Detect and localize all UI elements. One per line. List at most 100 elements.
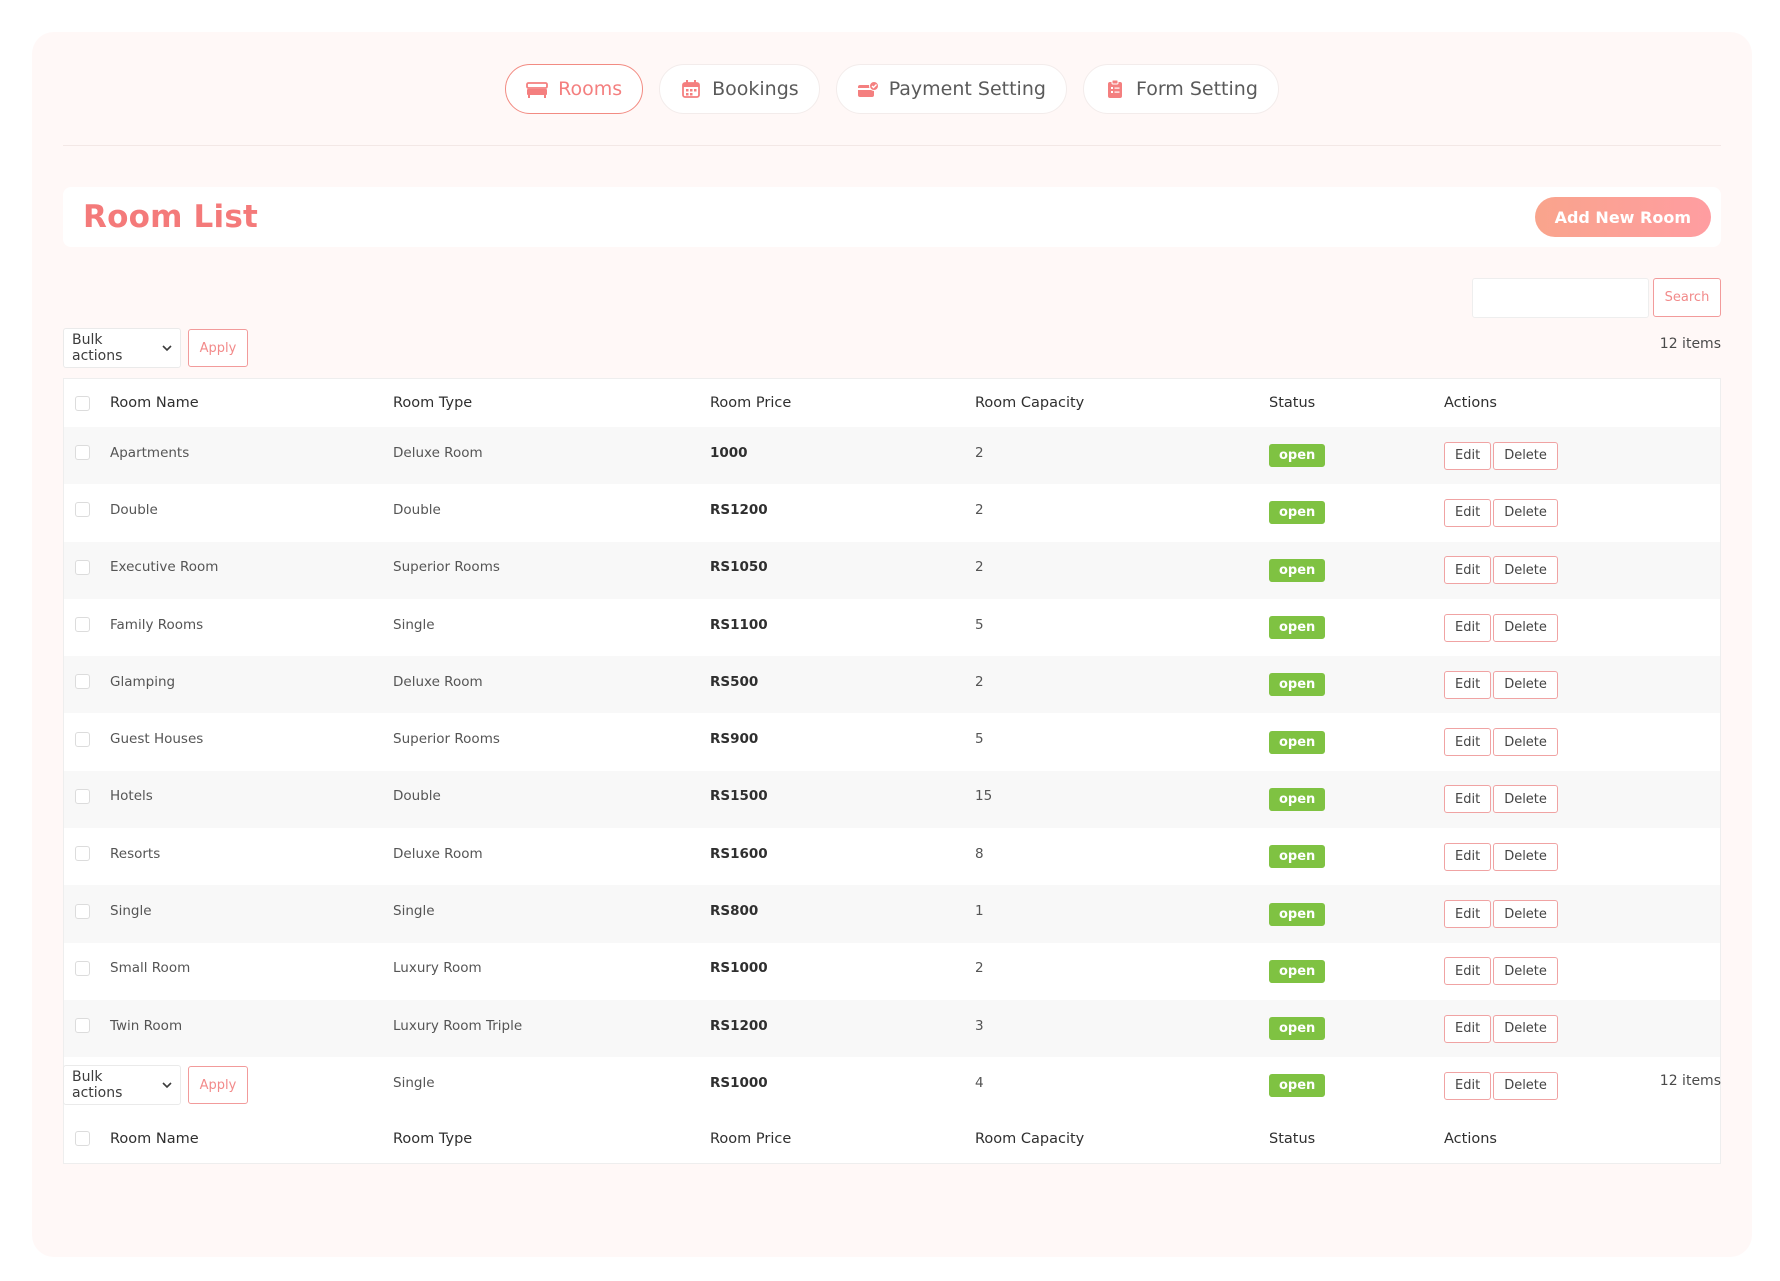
tab-label: Bookings: [712, 78, 799, 100]
row-checkbox[interactable]: [75, 1018, 90, 1034]
edit-button[interactable]: Edit: [1444, 441, 1492, 470]
edit-button[interactable]: Edit: [1444, 842, 1492, 871]
room-type: Single: [393, 903, 435, 920]
room-capacity: 2: [975, 501, 984, 518]
search-input[interactable]: [1472, 278, 1649, 318]
room-price: RS800: [710, 903, 759, 920]
edit-button[interactable]: Edit: [1444, 728, 1492, 757]
column-header-status: Status: [1269, 395, 1316, 411]
column-header-room-type: Room Type: [393, 395, 473, 411]
status-badge: open: [1269, 845, 1326, 869]
room-capacity: 15: [975, 788, 993, 805]
row-checkbox[interactable]: [75, 617, 90, 633]
room-type: Double: [393, 501, 441, 518]
select-all-checkbox[interactable]: [75, 395, 90, 411]
tab-rooms[interactable]: Rooms: [505, 64, 644, 114]
chevron-down-icon: [162, 340, 172, 356]
status-badge: open: [1269, 959, 1326, 983]
row-checkbox[interactable]: [75, 903, 90, 919]
bulk-actions-label: Bulk actions: [72, 332, 123, 364]
table-row: Single Single RS800 1 open Edit Delete: [64, 885, 1720, 943]
table-row: Double Double RS1200 2 open Edit Delete: [64, 484, 1720, 542]
tab-label: Form Setting: [1135, 78, 1258, 100]
search-button[interactable]: Search: [1653, 278, 1721, 317]
room-capacity: 5: [975, 616, 984, 633]
room-capacity: 2: [975, 559, 984, 576]
delete-button[interactable]: Delete: [1493, 670, 1558, 699]
edit-button[interactable]: Edit: [1444, 670, 1492, 699]
tab-bar: Rooms Bookings Payment Setting Form Sett…: [32, 64, 1752, 114]
row-checkbox[interactable]: [75, 674, 90, 690]
tab-label: Payment Setting: [888, 78, 1046, 100]
row-checkbox[interactable]: [75, 502, 90, 518]
room-capacity: 8: [975, 845, 984, 862]
row-checkbox[interactable]: [75, 846, 90, 862]
column-header-room-capacity: Room Capacity: [975, 395, 1085, 411]
column-footer-actions: Actions: [1444, 1130, 1497, 1147]
room-name: Glamping: [110, 673, 176, 690]
tab-bookings[interactable]: Bookings: [659, 64, 820, 114]
room-capacity: 2: [975, 673, 984, 690]
delete-button[interactable]: Delete: [1493, 1014, 1558, 1043]
room-capacity: 3: [975, 1017, 984, 1034]
delete-button[interactable]: Delete: [1493, 900, 1558, 929]
room-price: RS1050: [710, 559, 768, 576]
bulk-actions-select[interactable]: Bulk actions: [63, 1065, 181, 1105]
column-footer-status: Status: [1269, 1130, 1316, 1147]
room-price: RS1500: [710, 788, 768, 805]
tab-payment-setting[interactable]: Payment Setting: [835, 64, 1067, 114]
row-checkbox[interactable]: [75, 445, 90, 461]
tab-form-setting[interactable]: Form Setting: [1082, 64, 1279, 114]
delete-button[interactable]: Delete: [1493, 728, 1558, 757]
page-title: Room List: [83, 199, 259, 235]
add-new-room-button[interactable]: Add New Room: [1534, 197, 1711, 237]
room-price: RS1200: [710, 1017, 768, 1034]
room-name: Single: [110, 903, 152, 920]
room-type: Luxury Room: [393, 960, 482, 977]
table-row: Twin Room Luxury Room Triple RS1200 3 open Ed…: [64, 999, 1720, 1058]
edit-button[interactable]: Edit: [1444, 900, 1492, 929]
edit-button[interactable]: Edit: [1444, 1014, 1492, 1043]
apply-button[interactable]: Apply: [188, 329, 248, 367]
select-all-checkbox-footer[interactable]: [75, 1131, 90, 1147]
row-checkbox[interactable]: [75, 788, 90, 804]
status-badge: open: [1269, 444, 1326, 468]
edit-button[interactable]: Edit: [1444, 556, 1492, 585]
row-checkbox[interactable]: [75, 731, 90, 747]
room-type: Double: [393, 788, 441, 805]
room-price: RS500: [710, 673, 759, 690]
delete-button[interactable]: Delete: [1493, 556, 1558, 585]
delete-button[interactable]: Delete: [1493, 498, 1558, 527]
delete-button[interactable]: Delete: [1493, 441, 1558, 470]
delete-button[interactable]: Delete: [1493, 957, 1558, 986]
row-checkbox[interactable]: [75, 559, 90, 575]
apply-button[interactable]: Apply: [188, 1066, 248, 1104]
table-row: Resorts Deluxe Room RS1600 8 open Edit Delete: [64, 828, 1720, 886]
bed-icon: [526, 78, 548, 100]
room-type: Deluxe Room: [393, 845, 483, 862]
rooms-table: Room Name Room Type Room Price Room Capa…: [63, 378, 1721, 1164]
bulk-actions-top: Bulk actions Apply 12 items: [63, 328, 1721, 368]
table-row: Glamping Deluxe Room RS500 2 open Edit Delete: [64, 656, 1720, 714]
row-checkbox[interactable]: [75, 960, 90, 976]
column-footer-room-name[interactable]: Room Name: [110, 1115, 393, 1163]
room-type: Superior Rooms: [393, 731, 500, 748]
bulk-actions-select[interactable]: Bulk actions: [63, 328, 181, 368]
column-header-room-name[interactable]: Room Name: [110, 379, 393, 427]
status-badge: open: [1269, 1017, 1326, 1041]
edit-button[interactable]: Edit: [1444, 785, 1492, 814]
room-price: 1000: [710, 444, 748, 461]
table-row: Guest Houses Superior Rooms RS900 5 open Edit…: [64, 713, 1720, 771]
page-header: Room List Add New Room: [63, 187, 1721, 247]
edit-button[interactable]: Edit: [1444, 498, 1492, 527]
delete-button[interactable]: Delete: [1493, 842, 1558, 871]
room-name: Twin Room: [110, 1017, 183, 1034]
delete-button[interactable]: Delete: [1493, 785, 1558, 814]
delete-button[interactable]: Delete: [1493, 613, 1558, 642]
chevron-down-icon: [162, 1077, 172, 1093]
room-name: Apartments: [110, 444, 190, 461]
status-badge: open: [1269, 673, 1326, 697]
edit-button[interactable]: Edit: [1444, 957, 1492, 986]
edit-button[interactable]: Edit: [1444, 613, 1492, 642]
status-badge: open: [1269, 501, 1326, 525]
